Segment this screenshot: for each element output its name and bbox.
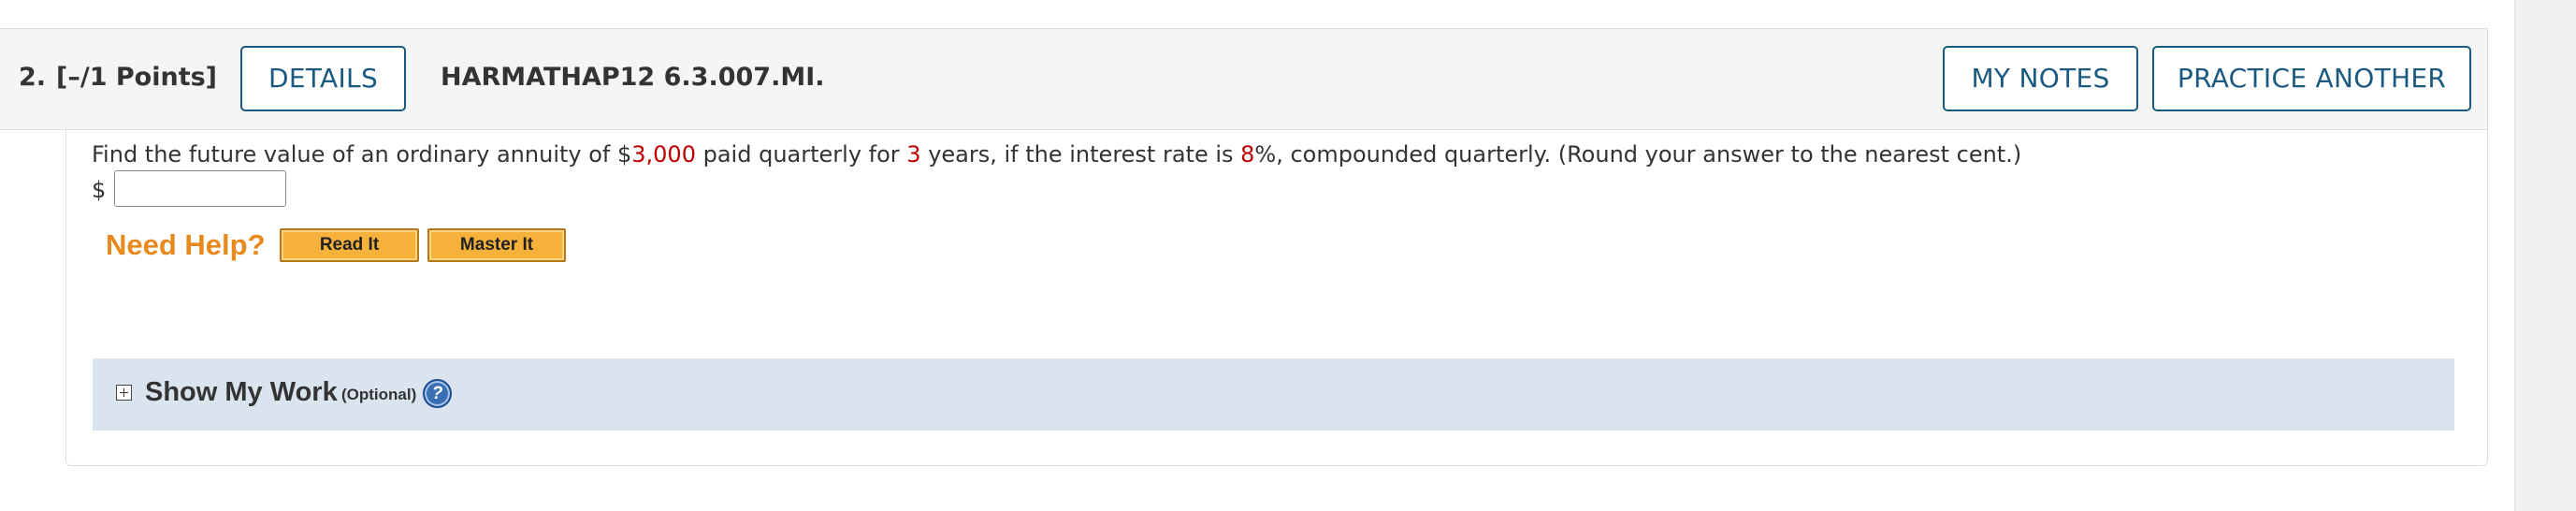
currency-symbol: $ [92, 177, 107, 203]
page: 2. [–/1 Points] DETAILS HARMATHAP12 6.3.… [0, 0, 2576, 511]
question-text: Find the future value of an ordinary ann… [92, 139, 2021, 169]
question-text-part2: paid quarterly for [695, 141, 907, 168]
optional-label: (Optional) [341, 386, 417, 403]
need-help-label: Need Help? [106, 228, 266, 261]
show-my-work-title[interactable]: Show My Work [145, 376, 338, 408]
scrollbar-track[interactable] [2514, 0, 2576, 511]
question-points: [–/1 Points] [56, 63, 218, 92]
question-circle-icon[interactable]: ? [423, 379, 452, 408]
answer-input[interactable] [114, 170, 286, 207]
question-text-part1: Find the future value of an ordinary ann… [92, 141, 632, 168]
question-number: 2. [19, 63, 47, 92]
question-text-part3: years, if the interest rate is [920, 141, 1241, 168]
term-years: 3 [906, 141, 921, 168]
master-it-button[interactable]: Master It [427, 228, 566, 262]
my-notes-button[interactable]: MY NOTES [1943, 46, 2138, 111]
details-button[interactable]: DETAILS [240, 46, 406, 111]
question-code: HARMATHAP12 6.3.007.MI. [441, 63, 825, 92]
plus-box-icon[interactable] [116, 385, 132, 401]
interest-rate: 8 [1240, 141, 1255, 168]
read-it-button[interactable]: Read It [280, 228, 419, 262]
annuity-amount: 3,000 [631, 141, 696, 168]
question-text-part4: %, compounded quarterly. (Round your ans… [1254, 141, 2022, 168]
practice-another-button[interactable]: PRACTICE ANOTHER [2152, 46, 2471, 111]
